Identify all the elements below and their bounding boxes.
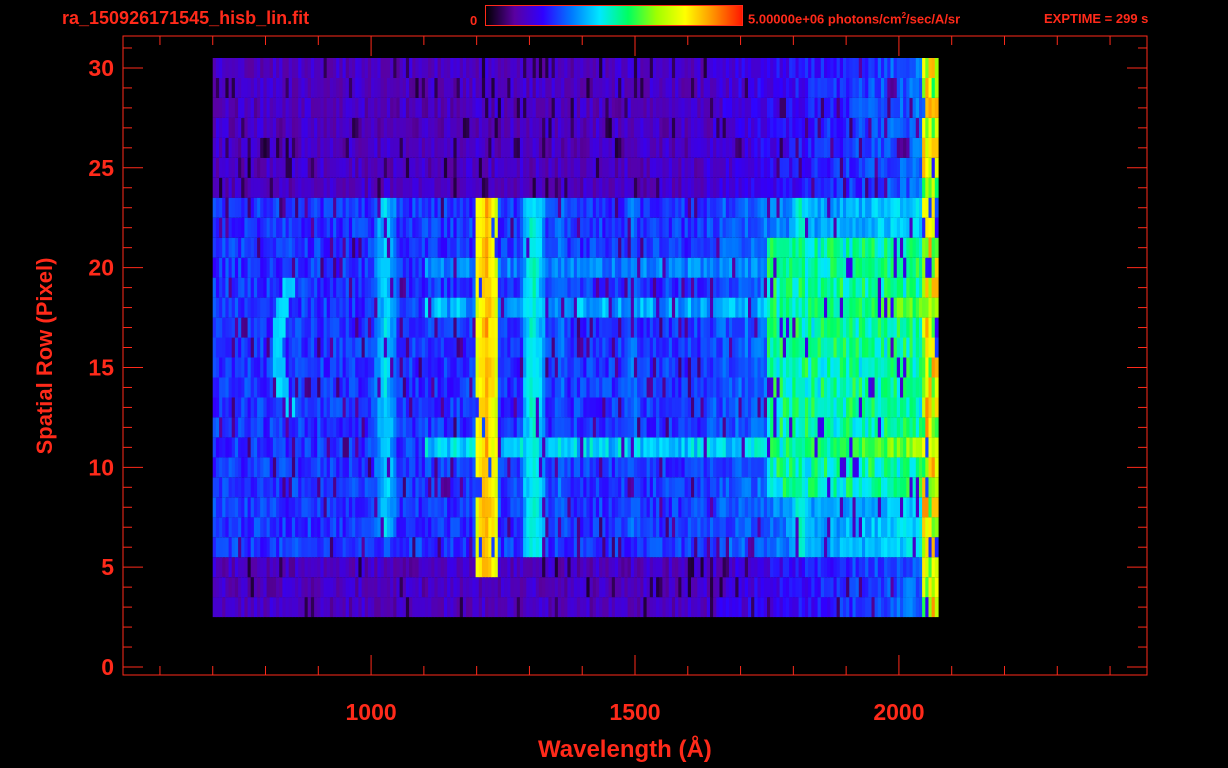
heatmap-cell [934, 497, 939, 518]
heatmap-cell [934, 517, 939, 538]
heatmap-cell [934, 277, 939, 298]
heatmap-cells [212, 58, 939, 618]
heatmap-cell [934, 297, 939, 318]
heatmap-cell [934, 417, 939, 438]
heatmap-cell [934, 537, 939, 558]
heatmap-cell [934, 437, 939, 458]
spectrum-plot: 1000 1500 2000051015202530 [88, 35, 1148, 725]
heatmap-cell [934, 357, 939, 378]
heatmap-cell [934, 197, 939, 218]
heatmap-cell [934, 217, 939, 238]
heatmap-cell [934, 257, 939, 278]
heatmap-cell [934, 457, 939, 478]
heatmap-cell [934, 377, 939, 398]
heatmap-cell [934, 577, 939, 598]
heatmap-cell [934, 337, 939, 358]
heatmap-cell [934, 557, 939, 578]
heatmap-cell [934, 237, 939, 258]
heatmap-cell [934, 317, 939, 338]
heatmap-cell [934, 477, 939, 498]
heatmap-cell [934, 597, 939, 618]
heatmap-cell [934, 397, 939, 418]
